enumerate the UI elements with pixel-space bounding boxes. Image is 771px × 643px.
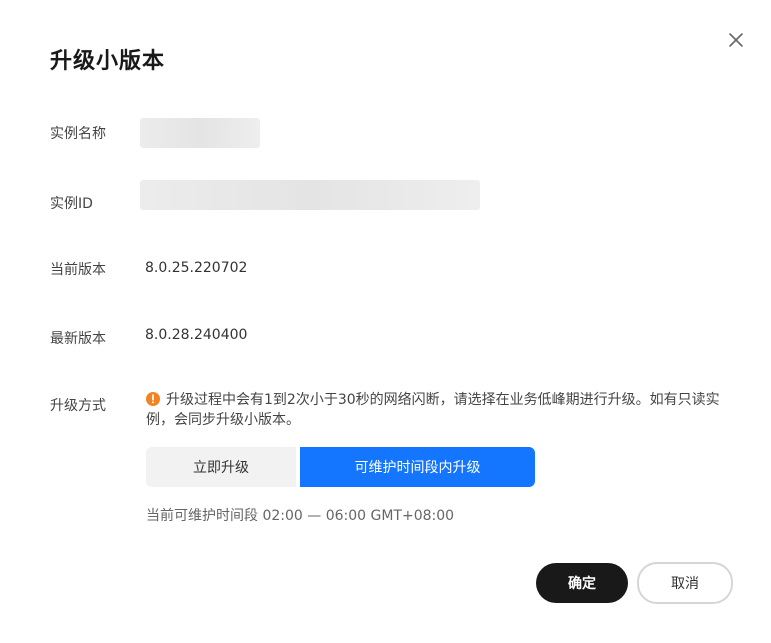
upgrade-method-label: 升级方式 xyxy=(50,398,106,414)
confirm-button[interactable]: 确定 xyxy=(536,563,628,603)
upgrade-notice: 升级过程中会有1到2次小于30秒的网络闪断，请选择在业务低峰期进行升级。如有只读… xyxy=(146,390,726,430)
warning-circle-icon xyxy=(146,392,160,406)
instance-name-value-redacted xyxy=(140,118,260,148)
dialog-title: 升级小版本 xyxy=(50,49,166,74)
upgrade-immediately-option[interactable]: 立即升级 xyxy=(146,447,296,487)
close-button[interactable] xyxy=(726,30,746,50)
upgrade-minor-version-dialog: 升级小版本 实例名称 实例ID 当前版本 8.0.25.220702 最新版本 … xyxy=(0,0,771,643)
instance-name-label: 实例名称 xyxy=(50,126,106,142)
current-version-label: 当前版本 xyxy=(50,262,106,278)
latest-version-value: 8.0.28.240400 xyxy=(145,327,248,343)
close-icon xyxy=(729,33,743,47)
upgrade-notice-text: 升级过程中会有1到2次小于30秒的网络闪断，请选择在业务低峰期进行升级。如有只读… xyxy=(146,392,720,428)
upgrade-in-maintenance-window-option[interactable]: 可维护时间段内升级 xyxy=(300,447,535,487)
maintenance-window-text: 当前可维护时间段 02:00 — 06:00 GMT+08:00 xyxy=(146,508,455,524)
current-version-value: 8.0.25.220702 xyxy=(145,260,248,276)
instance-id-value-redacted xyxy=(140,180,480,210)
latest-version-label: 最新版本 xyxy=(50,331,106,347)
instance-id-label: 实例ID xyxy=(50,196,93,212)
cancel-button[interactable]: 取消 xyxy=(637,562,733,604)
